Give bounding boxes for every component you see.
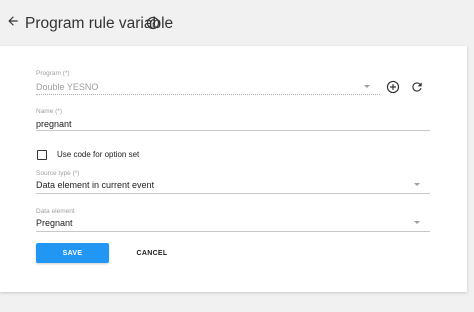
arrow-back-icon[interactable] xyxy=(6,14,20,28)
data-element-select[interactable]: Pregnant xyxy=(36,218,73,228)
data-element-field-label: Data element xyxy=(36,208,75,215)
chevron-down-icon[interactable] xyxy=(364,85,370,88)
source-type-field-label: Source type (*) xyxy=(36,170,80,177)
use-code-checkbox[interactable] xyxy=(37,150,47,160)
chevron-down-icon[interactable] xyxy=(414,183,420,186)
source-type-select[interactable]: Data element in current event xyxy=(36,180,154,190)
help-circle-icon[interactable] xyxy=(146,16,160,30)
program-select[interactable]: Double YESNO xyxy=(36,82,98,92)
chevron-down-icon[interactable] xyxy=(414,221,420,224)
use-code-checkbox-label: Use code for option set xyxy=(57,150,140,159)
name-underline xyxy=(36,130,430,131)
save-button[interactable]: SAVE xyxy=(36,243,109,263)
source-type-underline xyxy=(36,193,430,194)
program-field-label: Program (*) xyxy=(36,70,70,77)
refresh-icon[interactable] xyxy=(410,80,424,94)
add-circle-icon[interactable] xyxy=(386,80,400,94)
name-input[interactable]: pregnant xyxy=(36,119,72,129)
cancel-button[interactable]: CANCEL xyxy=(126,243,178,263)
name-field-label: Name (*) xyxy=(36,108,63,115)
page-header: Program rule variable xyxy=(0,0,474,46)
data-element-underline xyxy=(36,231,430,232)
program-underline xyxy=(36,94,380,95)
